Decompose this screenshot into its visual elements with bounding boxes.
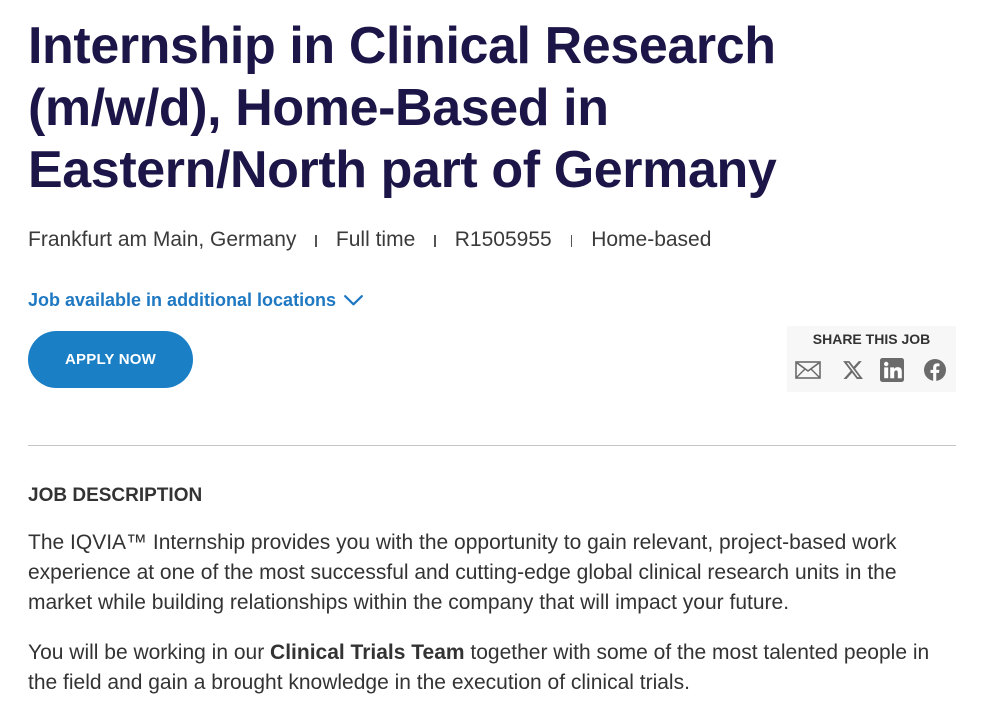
share-heading: SHARE THIS JOB xyxy=(812,331,931,347)
description-paragraph-1: The IQVIA™ Internship provides you with … xyxy=(28,531,897,614)
job-requisition-id: R1505955 xyxy=(454,228,552,251)
job-work-mode: Home-based xyxy=(591,228,712,251)
meta-separator xyxy=(570,235,573,247)
additional-locations-label: Job available in additional locations xyxy=(28,290,337,310)
apply-now-button[interactable]: APPLY NOW xyxy=(28,331,193,388)
job-description-heading: JOB DESCRIPTION xyxy=(28,485,203,506)
linkedin-icon[interactable] xyxy=(880,358,904,382)
meta-separator xyxy=(434,235,436,247)
share-panel: SHARE THIS JOB xyxy=(787,326,956,392)
team-name-emphasis: Clinical Trials Team xyxy=(270,641,465,664)
description-paragraph-2: You will be working in our Clinical Tria… xyxy=(28,638,958,698)
additional-locations-link[interactable]: Job available in additional locations xyxy=(28,288,363,312)
mail-icon[interactable] xyxy=(795,361,821,379)
x-icon[interactable] xyxy=(842,359,864,381)
paragraph-2-intro: You will be working in our xyxy=(28,641,271,664)
chevron-down-icon xyxy=(344,294,363,306)
job-meta: Frankfurt am Main, Germany Full time R15… xyxy=(28,225,711,255)
facebook-icon[interactable] xyxy=(924,359,946,381)
job-title: Internship in Clinical Research (m/w/d),… xyxy=(28,17,777,199)
section-divider xyxy=(28,445,956,446)
meta-separator xyxy=(315,235,317,247)
job-location: Frankfurt am Main, Germany xyxy=(28,228,297,251)
job-type: Full time xyxy=(335,228,416,251)
